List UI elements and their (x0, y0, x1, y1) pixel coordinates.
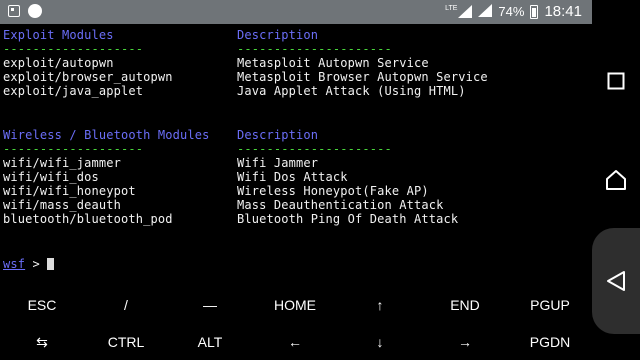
recents-button[interactable] (592, 57, 640, 105)
circle-notification-icon (28, 4, 42, 18)
battery-percent: 74% (498, 4, 525, 19)
module-name: exploit/java_applet (3, 84, 144, 98)
module-description: Wifi Dos Attack (237, 170, 348, 184)
back-button[interactable] (592, 257, 640, 305)
key-tab[interactable]: ⇆ (0, 324, 84, 360)
exploit-header-modules: Exploit Modules (3, 28, 114, 42)
screenshot-notification-icon (8, 5, 20, 17)
module-description: Mass Deauthentication Attack (237, 198, 444, 212)
key-home[interactable]: HOME (253, 287, 337, 323)
module-description: Wireless Honeypot(Fake AP) (237, 184, 429, 198)
prompt-name-link[interactable]: wsf (3, 257, 25, 271)
module-name: wifi/wifi_jammer (3, 156, 121, 170)
module-name: wifi/mass_deauth (3, 198, 121, 212)
module-description: Bluetooth Ping Of Death Attack (237, 212, 459, 226)
wireless-header-modules: Wireless / Bluetooth Modules (3, 128, 210, 142)
module-description: Metasploit Autopwn Service (237, 56, 429, 70)
home-button[interactable] (592, 156, 640, 204)
key-down-arrow[interactable]: ↓ (338, 324, 422, 360)
back-icon (607, 271, 625, 291)
exploit-rule-left: ------------------- (3, 42, 144, 56)
module-name: bluetooth/bluetooth_pod (3, 212, 173, 226)
terminal-output[interactable]: Exploit Modules Description ------------… (0, 24, 592, 287)
key-right-arrow[interactable]: → (423, 324, 507, 360)
key-slash[interactable]: / (84, 287, 168, 323)
wireless-header-description: Description (237, 128, 319, 142)
wireless-rule-right: --------------------- (237, 142, 392, 156)
status-bar: LTE 74% 18:41 (0, 0, 592, 24)
recents-icon (607, 72, 625, 90)
battery-icon (530, 4, 539, 19)
key-ctrl[interactable]: CTRL (84, 324, 168, 360)
module-description: Metasploit Browser Autopwn Service (237, 70, 488, 84)
exploit-rule-right: --------------------- (237, 42, 392, 56)
prompt-symbol: > (25, 257, 48, 271)
key-dash[interactable]: — (168, 287, 252, 323)
key-left-arrow[interactable]: ← (253, 324, 337, 360)
module-description: Java Applet Attack (Using HTML) (237, 84, 466, 98)
module-name: wifi/wifi_dos (3, 170, 99, 184)
key-end[interactable]: END (423, 287, 507, 323)
key-pgdn[interactable]: PGDN (508, 324, 592, 360)
command-prompt[interactable]: wsf > (3, 257, 55, 271)
lte-signal-icon: LTE (445, 5, 473, 18)
exploit-header-description: Description (237, 28, 319, 42)
key-esc[interactable]: ESC (0, 287, 84, 323)
key-pgup[interactable]: PGUP (508, 287, 592, 323)
key-up-arrow[interactable]: ↑ (338, 287, 422, 323)
module-name: exploit/browser_autopwn (3, 70, 173, 84)
module-name: exploit/autopwn (3, 56, 114, 70)
clock: 18:41 (544, 3, 582, 20)
module-description: Wifi Jammer (237, 156, 319, 170)
extra-keys-bar: ESC / — HOME ↑ END PGUP ⇆ CTRL ALT ← ↓ →… (0, 287, 592, 360)
module-name: wifi/wifi_honeypot (3, 184, 136, 198)
home-icon (606, 170, 626, 190)
cell-signal-icon (478, 3, 493, 20)
text-cursor (47, 258, 55, 270)
network-type-label: LTE (445, 5, 458, 12)
wireless-rule-left: ------------------- (3, 142, 144, 156)
key-alt[interactable]: ALT (168, 324, 252, 360)
